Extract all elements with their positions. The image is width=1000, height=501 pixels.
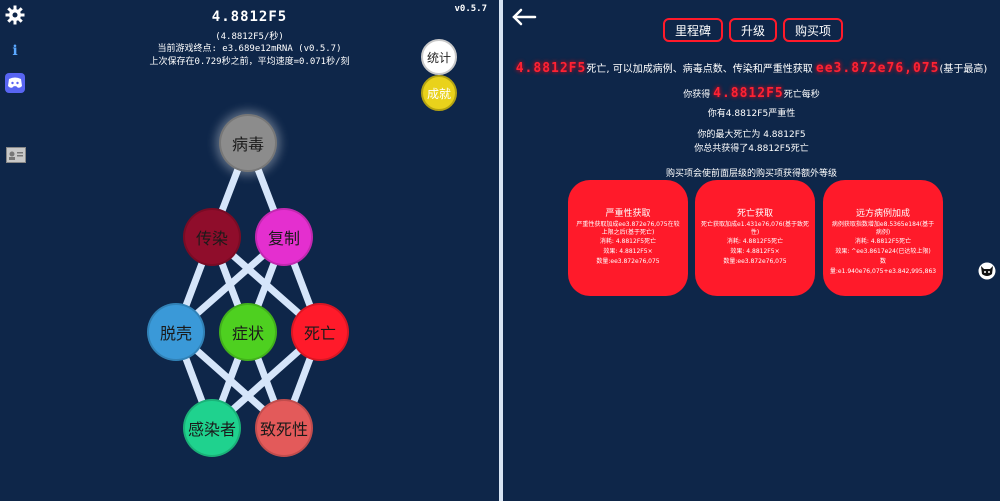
back-arrow-icon[interactable]: [511, 4, 537, 30]
node-lethality[interactable]: 致死性: [255, 399, 313, 457]
death-bonus: ee3.872e76,075: [815, 61, 940, 76]
card-amount: 数量:e1.940e76,075+e3.842,995,863: [829, 258, 937, 275]
card-title: 死亡获取: [736, 209, 773, 219]
node-infected[interactable]: 感染者: [183, 399, 241, 457]
card-cost: 消耗: 4.8812F5死亡: [854, 238, 912, 245]
death-gain: 你获得 4.8812F5死亡每秒: [503, 86, 1000, 101]
gain-suffix: 死亡每秒: [783, 90, 820, 100]
gain-amount: 4.8812F5: [713, 86, 784, 101]
card-effect: 效果: ^ee3.8617e24(已达较上限): [835, 248, 931, 255]
avatar-icon[interactable]: [978, 262, 996, 280]
death-panel: 里程碑 升级 购买项 4.8812F5死亡, 可以加成病例、病毒点数、传染和严重…: [503, 0, 1000, 501]
card-effect: 效果: 4.8812F5×: [730, 248, 780, 255]
card-cost: 消耗: 4.8812F5死亡: [599, 238, 657, 245]
buyable-death[interactable]: 死亡获取 死亡获取加成e1.431e76,076(基于致死性) 消耗: 4.88…: [695, 180, 815, 296]
buyable-distant-cases[interactable]: 远方病例加成 病例获取指数增加e8.5365e184(基于病例) 消耗: 4.8…: [823, 180, 943, 296]
node-death[interactable]: 死亡: [291, 303, 349, 361]
headline-text: 死亡, 可以加成病例、病毒点数、传染和严重性获取: [586, 64, 813, 75]
headline-suffix: (基于最高): [939, 64, 988, 75]
card-desc: 严重性获取加成ee3.872e76,075在较上限之后(基于死亡): [576, 221, 680, 236]
severity-text: 你有4.8812F5严重性: [707, 109, 796, 119]
card-desc: 病例获取指数增加e8.5365e184(基于病例): [831, 221, 935, 236]
buyable-note: 购买项会使前面层级的购买项获得额外等级: [665, 169, 837, 179]
node-symptom[interactable]: 症状: [219, 303, 277, 361]
tab-buyables[interactable]: 购买项: [783, 18, 844, 42]
node-virus[interactable]: 病毒: [219, 114, 277, 172]
tab-bar: 里程碑 升级 购买项: [663, 18, 844, 42]
tree-connections: [172, 139, 324, 432]
buyable-severity[interactable]: 严重性获取 严重性获取加成ee3.872e76,075在较上限之后(基于死亡) …: [568, 180, 688, 296]
max-death-text: 你的最大死亡为 4.8812F5: [697, 130, 806, 140]
gain-prefix: 你获得: [683, 90, 711, 100]
tab-upgrades[interactable]: 升级: [729, 18, 778, 42]
node-infect[interactable]: 传染: [183, 208, 241, 266]
node-replicate[interactable]: 复制: [255, 208, 313, 266]
card-cost: 消耗: 4.8812F5死亡: [726, 238, 784, 245]
tab-milestones[interactable]: 里程碑: [663, 18, 724, 42]
total-death-text: 你总共获得了4.8812F5死亡: [694, 144, 809, 154]
card-effect: 效果: 4.8812F5×: [603, 248, 653, 255]
card-amount: 数量:ee3.872e76,075: [723, 258, 787, 265]
tree-panel: i 4.8812F5 (4.8812F5/秒) 当前游戏终点: e3.689e1…: [0, 0, 499, 501]
death-headline: 4.8812F5死亡, 可以加成病例、病毒点数、传染和严重性获取 ee3.872…: [503, 60, 1000, 76]
node-shed[interactable]: 脱壳: [147, 303, 205, 361]
card-title: 远方病例加成: [855, 209, 910, 219]
death-amount: 4.8812F5: [515, 61, 587, 76]
card-title: 严重性获取: [605, 209, 651, 219]
card-amount: 数量:ee3.872e76,075: [596, 258, 660, 265]
card-desc: 死亡获取加成e1.431e76,076(基于致死性): [701, 221, 809, 236]
